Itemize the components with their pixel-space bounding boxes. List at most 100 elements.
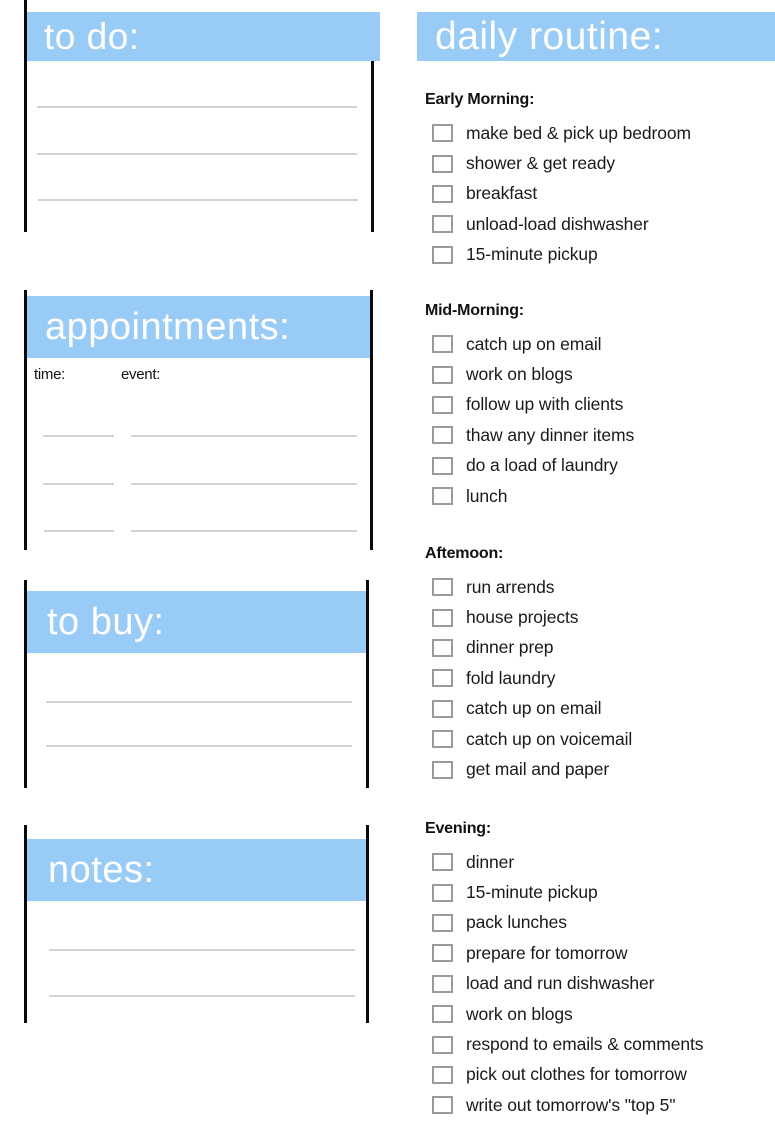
task-item[interactable]: work on blogs (425, 359, 775, 389)
task-item[interactable]: pick out clothes for tomorrow (425, 1060, 775, 1090)
write-line[interactable] (37, 106, 357, 108)
time-line[interactable] (43, 435, 114, 437)
task-item[interactable]: write out tomorrow's "top 5" (425, 1090, 775, 1120)
task-label: fold laundry (466, 667, 556, 688)
task-label: work on blogs (466, 364, 573, 385)
task-item[interactable]: work on blogs (425, 999, 775, 1029)
task-label: pick out clothes for tomorrow (466, 1064, 687, 1085)
notes-title: notes: (27, 839, 366, 901)
write-line[interactable] (46, 745, 352, 747)
write-line[interactable] (49, 995, 355, 997)
task-item[interactable]: lunch (425, 481, 775, 511)
task-item[interactable]: prepare for tomorrow (425, 938, 775, 968)
checkbox-icon[interactable] (432, 154, 453, 173)
section-title: Early Morning: (425, 91, 535, 108)
task-item[interactable]: make bed & pick up bedroom (425, 118, 775, 148)
task-item[interactable]: follow up with clients (425, 390, 775, 420)
task-item[interactable]: respond to emails & comments (425, 1029, 775, 1059)
checkbox-icon[interactable] (432, 1005, 453, 1024)
task-item[interactable]: catch up on voicemail (425, 724, 775, 754)
checkbox-icon[interactable] (432, 215, 453, 234)
task-item[interactable]: load and run dishwasher (425, 969, 775, 999)
task-label: 15-minute pickup (466, 882, 598, 903)
todo-panel: to do: (24, 0, 384, 232)
checkbox-icon[interactable] (432, 578, 453, 597)
task-label: get mail and paper (466, 759, 610, 780)
task-item[interactable]: 15-minute pickup (425, 240, 775, 270)
to-buy-title: to buy: (27, 591, 366, 653)
right-border (366, 825, 369, 1023)
event-line[interactable] (131, 435, 357, 437)
appointments-title: appointments: (27, 296, 370, 358)
task-item[interactable]: dinner prep (425, 633, 775, 663)
section-mid-morning: Mid-Morning: catch up on email work on bl… (425, 300, 775, 511)
checkbox-icon[interactable] (432, 456, 453, 475)
checkbox-icon[interactable] (432, 184, 453, 203)
right-border (366, 580, 369, 788)
task-label: catch up on email (466, 698, 602, 719)
time-line[interactable] (43, 483, 114, 485)
task-label: load and run dishwasher (466, 973, 655, 994)
task-item[interactable]: run arrends (425, 572, 775, 602)
checkbox-icon[interactable] (432, 245, 453, 264)
write-line[interactable] (49, 949, 355, 951)
checkbox-icon[interactable] (432, 638, 453, 657)
task-item[interactable]: house projects (425, 602, 775, 632)
task-label: catch up on email (466, 333, 602, 354)
task-label: breakfast (466, 183, 538, 204)
task-item[interactable]: fold laundry (425, 663, 775, 693)
task-item[interactable]: get mail and paper (425, 754, 775, 784)
time-column-label: time: (34, 366, 66, 383)
checkbox-icon[interactable] (432, 883, 453, 902)
section-title: Aftemoon: (425, 545, 504, 562)
checkbox-icon[interactable] (432, 335, 453, 354)
checkbox-icon[interactable] (432, 365, 453, 384)
event-column-label: event: (121, 366, 161, 383)
checkbox-icon[interactable] (432, 426, 453, 445)
task-label: follow up with clients (466, 394, 624, 415)
write-line[interactable] (38, 199, 358, 201)
checkbox-icon[interactable] (432, 760, 453, 779)
checkbox-icon[interactable] (432, 395, 453, 414)
task-item[interactable]: do a load of laundry (425, 451, 775, 481)
checkbox-icon[interactable] (432, 124, 453, 143)
task-label: unload-load dishwasher (466, 213, 649, 234)
task-item[interactable]: dinner (425, 847, 775, 877)
task-item[interactable]: thaw any dinner items (425, 420, 775, 450)
task-item[interactable]: breakfast (425, 179, 775, 209)
checkbox-icon[interactable] (432, 913, 453, 932)
checkbox-icon[interactable] (432, 699, 453, 718)
section-evening: Evening: dinner 15-minute pickup pack lunc… (425, 818, 775, 1121)
checkbox-icon[interactable] (432, 730, 453, 749)
checkbox-icon[interactable] (432, 669, 453, 688)
task-item[interactable]: unload-load dishwasher (425, 209, 775, 239)
task-label: shower & get ready (466, 153, 615, 174)
checkbox-icon[interactable] (432, 487, 453, 506)
task-label: respond to emails & comments (466, 1034, 704, 1055)
checkbox-icon[interactable] (432, 1065, 453, 1084)
checkbox-icon[interactable] (432, 1096, 453, 1115)
task-item[interactable]: pack lunches (425, 908, 775, 938)
to-buy-panel: to buy: (24, 580, 370, 788)
write-line[interactable] (46, 701, 352, 703)
task-label: lunch (466, 485, 508, 506)
write-line[interactable] (37, 153, 357, 155)
task-label: work on blogs (466, 1003, 573, 1024)
checkbox-icon[interactable] (432, 974, 453, 993)
time-line[interactable] (44, 530, 114, 532)
event-line[interactable] (131, 483, 357, 485)
task-label: thaw any dinner items (466, 424, 635, 445)
checkbox-icon[interactable] (432, 853, 453, 872)
section-early-morning: Early Morning: make bed & pick up bedroo… (425, 89, 775, 270)
task-item[interactable]: catch up on email (425, 694, 775, 724)
checkbox-icon[interactable] (432, 944, 453, 963)
task-item[interactable]: 15-minute pickup (425, 877, 775, 907)
task-item[interactable]: catch up on email (425, 329, 775, 359)
daily-routine-title: daily routine: (417, 12, 775, 61)
checkbox-icon[interactable] (432, 608, 453, 627)
event-line[interactable] (131, 530, 357, 532)
task-list: dinner 15-minute pickup pack lunches prepar… (425, 847, 775, 1121)
task-item[interactable]: shower & get ready (425, 148, 775, 178)
checkbox-icon[interactable] (432, 1035, 453, 1054)
task-label: make bed & pick up bedroom (466, 122, 692, 143)
